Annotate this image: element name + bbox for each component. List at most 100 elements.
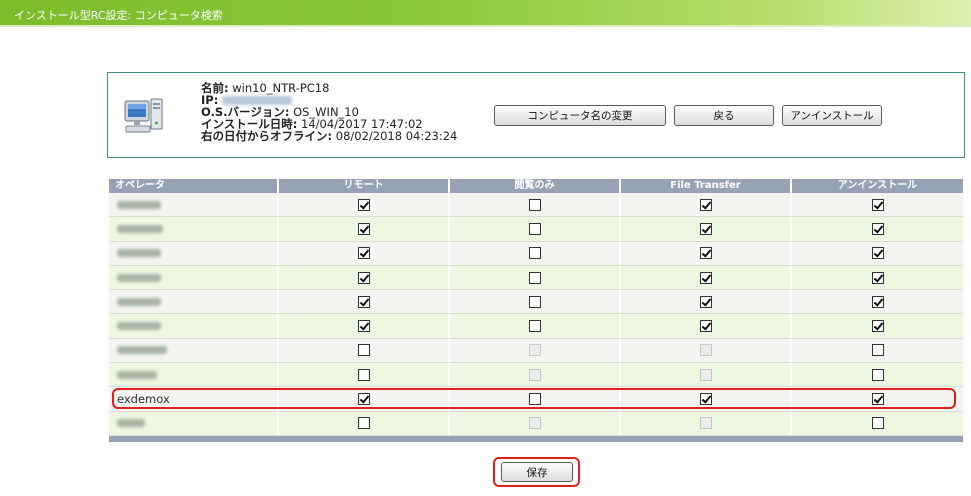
uninstall-checkbox[interactable] [871,198,884,211]
remote-cell [279,411,450,435]
uninstall-checkbox[interactable] [871,344,884,357]
table-row [109,193,963,218]
computer-info-panel: 名前: win10_NTR-PC18 IP: O.S.バージョン: OS_WIN… [107,72,965,158]
uninstall-checkbox[interactable] [871,417,884,430]
operator-name [109,217,279,241]
title-bar: インストール型RC設定: コンピュータ検索 [0,0,971,27]
file-transfer-cell [621,314,792,338]
table-row [109,411,963,436]
remote-cell [279,265,450,290]
file-transfer-cell [621,290,792,314]
uninstall-button[interactable]: アンインストール [782,105,882,126]
remote-checkbox[interactable] [357,295,370,308]
view-only-checkbox[interactable] [528,247,541,260]
view-only-checkbox [528,417,541,430]
uninstall-checkbox[interactable] [871,271,884,284]
uninstall-checkbox[interactable] [871,368,884,381]
file-transfer-checkbox[interactable] [699,295,712,308]
operator-permissions-table: オペレータ リモート 閲覧のみ File Transfer アンインストール e… [109,179,963,442]
operator-name-redacted [117,273,161,282]
remote-cell [279,314,450,338]
header-operator: オペレータ [109,179,279,193]
back-button[interactable]: 戻る [674,105,774,126]
uninstall-cell [792,339,963,362]
view-only-checkbox[interactable] [528,295,541,308]
table-header: オペレータ リモート 閲覧のみ File Transfer アンインストール [109,179,963,193]
remote-checkbox[interactable] [357,222,370,235]
uninstall-cell [792,193,963,216]
operator-name-redacted [117,322,161,331]
uninstall-checkbox[interactable] [871,320,884,333]
view-only-checkbox[interactable] [528,393,541,406]
uninstall-checkbox[interactable] [871,295,884,308]
uninstall-checkbox[interactable] [871,247,884,260]
operator-name [109,290,279,314]
operator-name-redacted [117,200,161,209]
file-transfer-cell [621,411,792,435]
view-only-cell [450,241,621,265]
file-transfer-checkbox [699,344,712,357]
file-transfer-checkbox[interactable] [699,271,712,284]
header-uninstall: アンインストール [837,180,918,191]
name-value: win10_NTR-PC18 [232,81,330,95]
operator-name-redacted [117,346,167,355]
rename-computer-button[interactable]: コンピュータ名の変更 [494,105,666,126]
remote-checkbox[interactable] [357,417,370,430]
view-only-cell [450,387,621,411]
view-only-checkbox[interactable] [528,320,541,333]
view-only-checkbox [528,368,541,381]
save-button[interactable]: 保存 [501,462,573,482]
remote-cell [279,290,450,314]
uninstall-cell [792,242,963,265]
view-only-cell [450,411,621,435]
page-title: インストール型RC設定: コンピュータ検索 [14,9,223,22]
uninstall-cell [792,217,963,240]
remote-cell [279,217,450,241]
remote-checkbox[interactable] [357,320,370,333]
view-only-cell [450,290,621,314]
remote-checkbox[interactable] [357,247,370,260]
operator-name-redacted [117,419,145,428]
table-row [109,217,963,242]
remote-checkbox[interactable] [357,393,370,406]
file-transfer-cell [621,217,792,241]
uninstall-checkbox[interactable] [871,393,884,406]
remote-checkbox[interactable] [357,271,370,284]
file-transfer-checkbox[interactable] [699,222,712,235]
file-transfer-checkbox[interactable] [699,247,712,260]
highlight-annotation-save: 保存 [493,457,580,487]
operator-name-redacted [117,370,157,379]
table-row [109,314,963,339]
file-transfer-checkbox[interactable] [699,393,712,406]
file-transfer-cell [621,338,792,363]
table-footer [109,435,963,442]
view-only-cell [450,338,621,363]
remote-checkbox[interactable] [357,368,370,381]
view-only-checkbox [528,344,541,357]
ip-value-redacted [221,96,292,105]
file-transfer-cell [621,265,792,290]
table-row [109,290,963,315]
view-only-checkbox[interactable] [528,271,541,284]
remote-cell [279,338,450,363]
uninstall-checkbox[interactable] [871,222,884,235]
view-only-checkbox[interactable] [528,198,541,211]
offline-date-label: 右の日付からオフライン: [201,129,333,143]
remote-cell [279,387,450,411]
remote-cell [279,363,450,387]
table-row [109,363,963,388]
file-transfer-cell [621,193,792,217]
view-only-cell [450,363,621,387]
remote-checkbox[interactable] [357,198,370,211]
file-transfer-checkbox[interactable] [699,320,712,333]
operator-name-text: exdemox [117,392,170,407]
view-only-cell [450,265,621,290]
view-only-cell [450,314,621,338]
operator-name [109,241,279,265]
operator-name-redacted [117,297,161,306]
file-transfer-checkbox[interactable] [699,198,712,211]
remote-checkbox[interactable] [357,344,370,357]
view-only-checkbox[interactable] [528,222,541,235]
uninstall-cell [792,290,963,313]
header-view-only: 閲覧のみ [450,179,621,193]
